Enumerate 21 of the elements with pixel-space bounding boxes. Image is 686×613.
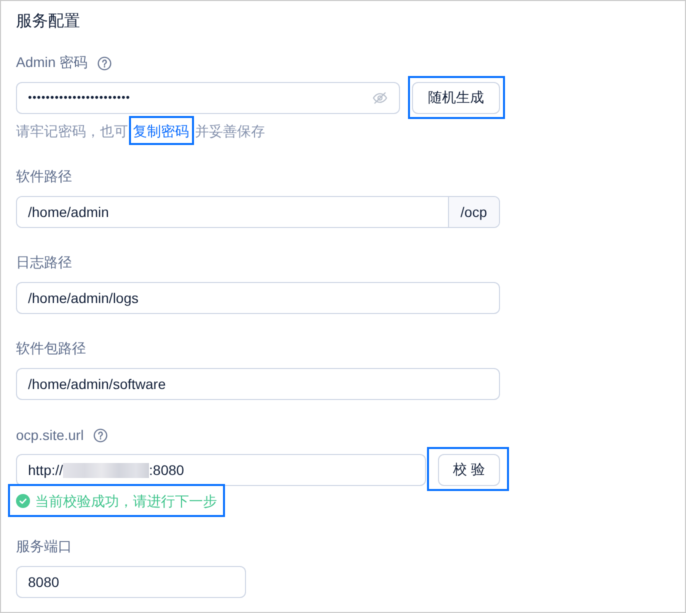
path-suffix: /ocp [448,197,499,227]
generate-button[interactable]: 随机生成 [412,82,500,114]
copy-password-link[interactable]: 复制密码 [133,120,189,142]
help-icon[interactable] [96,56,112,70]
input-field[interactable]: /home/admin /ocp [16,196,500,228]
field-label: Admin 密码 [16,54,88,72]
field-label: ocp.site.url [16,427,84,443]
input-field[interactable]: 8080 [16,566,246,598]
field-label: 日志路径 [16,254,72,272]
input-field[interactable]: /home/admin/logs [16,282,500,314]
help-icon[interactable] [92,428,108,442]
field-label: 服务端口 [16,538,72,556]
password-field[interactable]: ••••••••••••••••••••••• [16,82,400,114]
verify-button[interactable]: 校 验 [438,454,500,486]
validation-message: 当前校验成功，请进行下一步 [35,492,217,511]
url-field[interactable]: http:// :8080 [16,454,426,486]
section-title: 服务配置 [16,12,81,32]
field-label: 软件包路径 [16,340,86,358]
field-label: 软件路径 [16,168,72,186]
input-field[interactable]: /home/admin/software [16,368,500,400]
password-hint: 请牢记密码，也可 复制密码 并妥善保存 [16,114,500,142]
